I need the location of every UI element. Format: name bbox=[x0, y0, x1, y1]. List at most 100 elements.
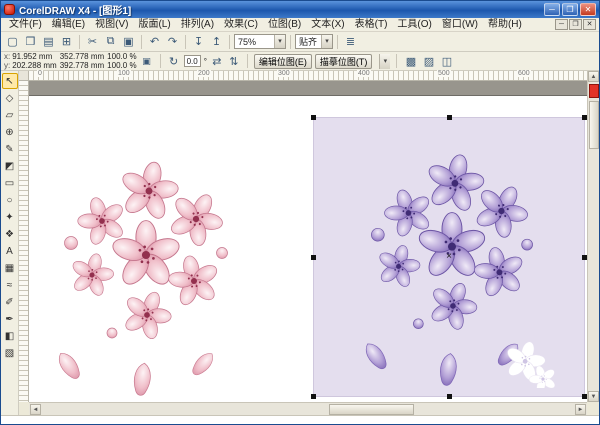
blend-tool[interactable]: ≈ bbox=[2, 277, 18, 293]
rotation-angle-field[interactable]: 0.0 bbox=[183, 55, 201, 67]
trace-bitmap-button[interactable]: 描摹位图(T) bbox=[314, 53, 373, 69]
object-height-value: 392.778 mm bbox=[59, 61, 105, 70]
toolbar-separator bbox=[185, 34, 186, 49]
open-button[interactable]: ❒ bbox=[22, 33, 39, 50]
menu-window[interactable]: 窗口(W) bbox=[437, 18, 483, 32]
scroll-up-icon[interactable]: ▲ bbox=[588, 71, 599, 82]
edit-bitmap-button[interactable]: 编辑位图(E) bbox=[253, 53, 312, 69]
vertical-scroll-thumb[interactable] bbox=[588, 101, 599, 149]
app-logo-icon bbox=[4, 4, 15, 15]
bitmap-resample-button[interactable]: ▩ bbox=[403, 54, 418, 69]
interactive-fill-tool[interactable]: ▧ bbox=[2, 345, 18, 361]
toolbar-separator bbox=[290, 34, 291, 49]
horizontal-scroll-thumb[interactable] bbox=[329, 404, 414, 415]
rectangle-tool[interactable]: ▭ bbox=[2, 175, 18, 191]
cut-button[interactable]: ✂ bbox=[84, 33, 101, 50]
purple-image[interactable]: × bbox=[311, 115, 587, 399]
menu-text[interactable]: 文本(X) bbox=[306, 18, 349, 32]
scale-y-field[interactable]: 100.0 % bbox=[107, 61, 136, 70]
object-size-fields: 352.778 mm 392.778 mm bbox=[60, 52, 104, 70]
menu-tools[interactable]: 工具(O) bbox=[392, 18, 436, 32]
menu-view[interactable]: 视图(V) bbox=[90, 18, 133, 32]
selection-center-marker[interactable]: × bbox=[446, 252, 452, 262]
selection-handle-bottom-left[interactable] bbox=[311, 394, 316, 399]
undo-button[interactable]: ↶ bbox=[146, 33, 163, 50]
bitmap-straighten-button[interactable]: ◫ bbox=[439, 54, 454, 69]
zoom-tool[interactable]: ⊕ bbox=[2, 124, 18, 140]
pink-flower-image[interactable] bbox=[44, 133, 244, 398]
chevron-down-icon[interactable]: ▾ bbox=[379, 53, 391, 69]
position-y-value: 202.288 mm bbox=[12, 61, 57, 70]
mirror-vertical-button[interactable]: ⇅ bbox=[227, 54, 241, 68]
mirror-horizontal-button[interactable]: ⇄ bbox=[210, 54, 224, 68]
save-button[interactable]: ▤ bbox=[40, 33, 57, 50]
position-y-label: y: bbox=[4, 61, 11, 70]
vertical-scrollbar[interactable]: ▲ ▼ bbox=[587, 71, 599, 402]
minimize-button[interactable]: ─ bbox=[544, 3, 560, 16]
freehand-tool[interactable]: ✎ bbox=[2, 141, 18, 157]
object-scale-fields: 100.0 % 100.0 % bbox=[107, 52, 136, 70]
lock-ratio-icon[interactable]: ▣ bbox=[140, 54, 154, 68]
document-close-button[interactable]: ✕ bbox=[583, 19, 596, 30]
document-minimize-button[interactable]: ─ bbox=[555, 19, 568, 30]
scale-x-field[interactable]: 100.0 % bbox=[107, 52, 136, 61]
zoom-level-select[interactable]: 75% ▾ bbox=[234, 34, 286, 49]
table-tool[interactable]: ▦ bbox=[2, 260, 18, 276]
color-swatch-red[interactable] bbox=[588, 84, 599, 98]
snap-to-dropdown[interactable]: 贴齐 ▾ bbox=[295, 34, 334, 49]
drawing-canvas[interactable]: × bbox=[29, 81, 587, 402]
menu-layout[interactable]: 版面(L) bbox=[133, 18, 175, 32]
workspace: ↖ ◇ ▱ ⊕ ✎ ◩ ▭ ○ ✦ ❖ A ▦ ≈ ✐ ✒ ◧ ▧ 0 100 … bbox=[1, 70, 599, 415]
selection-handle-bottom-middle[interactable] bbox=[447, 394, 452, 399]
import-button[interactable]: ↧ bbox=[190, 33, 207, 50]
eyedropper-tool[interactable]: ✐ bbox=[2, 294, 18, 310]
menu-arrange[interactable]: 排列(A) bbox=[176, 18, 219, 32]
scroll-down-icon[interactable]: ▼ bbox=[588, 391, 599, 402]
new-document-button[interactable]: ▢ bbox=[4, 33, 21, 50]
redo-button[interactable]: ↷ bbox=[164, 33, 181, 50]
options-button[interactable]: ≣ bbox=[342, 33, 359, 50]
horizontal-scrollbar[interactable]: ◄ ► bbox=[29, 402, 587, 415]
basic-shapes-tool[interactable]: ❖ bbox=[2, 226, 18, 242]
scroll-left-icon[interactable]: ◄ bbox=[30, 404, 41, 415]
chevron-down-icon[interactable]: ▾ bbox=[274, 35, 285, 48]
export-button[interactable]: ↥ bbox=[208, 33, 225, 50]
object-height-field[interactable]: 392.778 mm bbox=[60, 61, 104, 70]
crop-tool[interactable]: ▱ bbox=[2, 107, 18, 123]
pick-tool[interactable]: ↖ bbox=[1, 73, 18, 89]
copy-button[interactable]: ⧉ bbox=[102, 33, 119, 50]
shape-tool[interactable]: ◇ bbox=[2, 90, 18, 106]
selection-handle-top-middle[interactable] bbox=[447, 115, 452, 120]
document-restore-button[interactable]: ❐ bbox=[569, 19, 582, 30]
vertical-ruler[interactable] bbox=[19, 81, 29, 402]
ellipse-tool[interactable]: ○ bbox=[2, 192, 18, 208]
menu-table[interactable]: 表格(T) bbox=[350, 18, 393, 32]
menu-file[interactable]: 文件(F) bbox=[4, 18, 47, 32]
position-y-field[interactable]: y: 202.288 mm bbox=[4, 61, 57, 70]
horizontal-ruler[interactable]: 0 100 200 300 400 500 600 bbox=[29, 70, 587, 81]
ruler-origin-corner[interactable] bbox=[19, 71, 29, 81]
object-width-field[interactable]: 352.778 mm bbox=[60, 52, 104, 61]
property-bar: x: 91.952 mm y: 202.288 mm 352.778 mm 392.… bbox=[1, 52, 599, 71]
menu-bitmaps[interactable]: 位图(B) bbox=[263, 18, 306, 32]
maximize-button[interactable]: ❐ bbox=[562, 3, 578, 16]
polygon-tool[interactable]: ✦ bbox=[2, 209, 18, 225]
menu-help[interactable]: 帮助(H) bbox=[483, 18, 527, 32]
toolbar-separator bbox=[141, 34, 142, 49]
smart-fill-tool[interactable]: ◩ bbox=[2, 158, 18, 174]
selection-handle-top-left[interactable] bbox=[311, 115, 316, 120]
scroll-right-icon[interactable]: ► bbox=[575, 404, 586, 415]
outline-pen-tool[interactable]: ✒ bbox=[2, 311, 18, 327]
close-button[interactable]: ✕ bbox=[580, 3, 596, 16]
paste-button[interactable]: ▣ bbox=[120, 33, 137, 50]
fill-tool[interactable]: ◧ bbox=[2, 328, 18, 344]
print-button[interactable]: ⊞ bbox=[58, 33, 75, 50]
menu-effects[interactable]: 效果(C) bbox=[219, 18, 263, 32]
text-tool[interactable]: A bbox=[2, 243, 18, 259]
menu-edit[interactable]: 编辑(E) bbox=[47, 18, 90, 32]
toolbar-separator bbox=[396, 54, 398, 68]
chevron-down-icon[interactable]: ▾ bbox=[321, 35, 333, 48]
selection-handle-middle-left[interactable] bbox=[311, 255, 316, 260]
bitmap-mode-button[interactable]: ▨ bbox=[421, 54, 436, 69]
position-x-field[interactable]: x: 91.952 mm bbox=[4, 52, 57, 61]
